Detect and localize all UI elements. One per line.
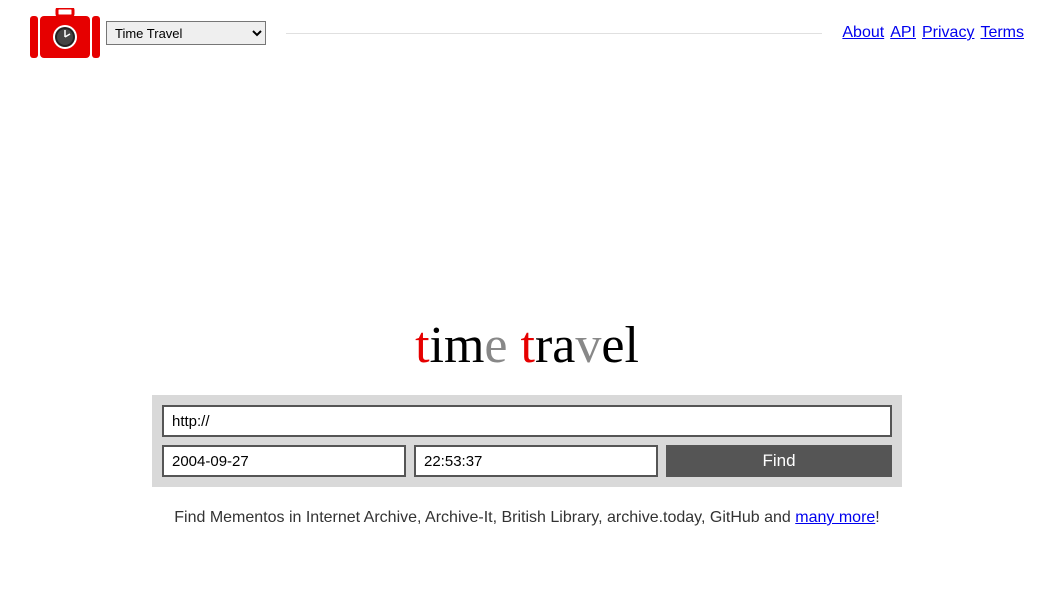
search-box: Find <box>152 395 902 487</box>
tagline-exclaim: ! <box>875 509 879 526</box>
privacy-link[interactable]: Privacy <box>922 24 974 42</box>
title-v: v <box>575 317 601 374</box>
title-e1: e <box>484 317 507 374</box>
about-link[interactable]: About <box>842 24 884 42</box>
title-t2: t <box>521 317 535 374</box>
tagline-text: Find Mementos in Internet Archive, Archi… <box>174 509 795 526</box>
url-input[interactable] <box>162 405 892 437</box>
logo-area: Time Travel <box>30 8 266 58</box>
title-space <box>508 317 521 374</box>
title-t1: t <box>415 317 429 374</box>
tagline: Find Mementos in Internet Archive, Archi… <box>174 509 880 527</box>
page-title: time travel <box>415 316 639 375</box>
title-ra: ra <box>535 317 575 374</box>
terms-link[interactable]: Terms <box>980 24 1024 42</box>
title-e2: e <box>601 317 624 374</box>
title-l: l <box>624 317 638 374</box>
nav-select[interactable]: Time Travel <box>106 21 266 45</box>
many-more-link[interactable]: many more <box>795 509 875 526</box>
header-divider <box>286 33 822 34</box>
date-input[interactable] <box>162 445 406 477</box>
time-input[interactable] <box>414 445 658 477</box>
header-links: About API Privacy Terms <box>842 24 1024 42</box>
title-im: im <box>430 317 485 374</box>
api-link[interactable]: API <box>890 24 916 42</box>
header: Time Travel About API Privacy Terms <box>0 0 1054 66</box>
find-button[interactable]: Find <box>666 445 892 477</box>
main: time travel Find Find Mementos in Intern… <box>0 316 1054 527</box>
suitcase-logo[interactable] <box>30 8 100 58</box>
search-row2: Find <box>162 445 892 477</box>
